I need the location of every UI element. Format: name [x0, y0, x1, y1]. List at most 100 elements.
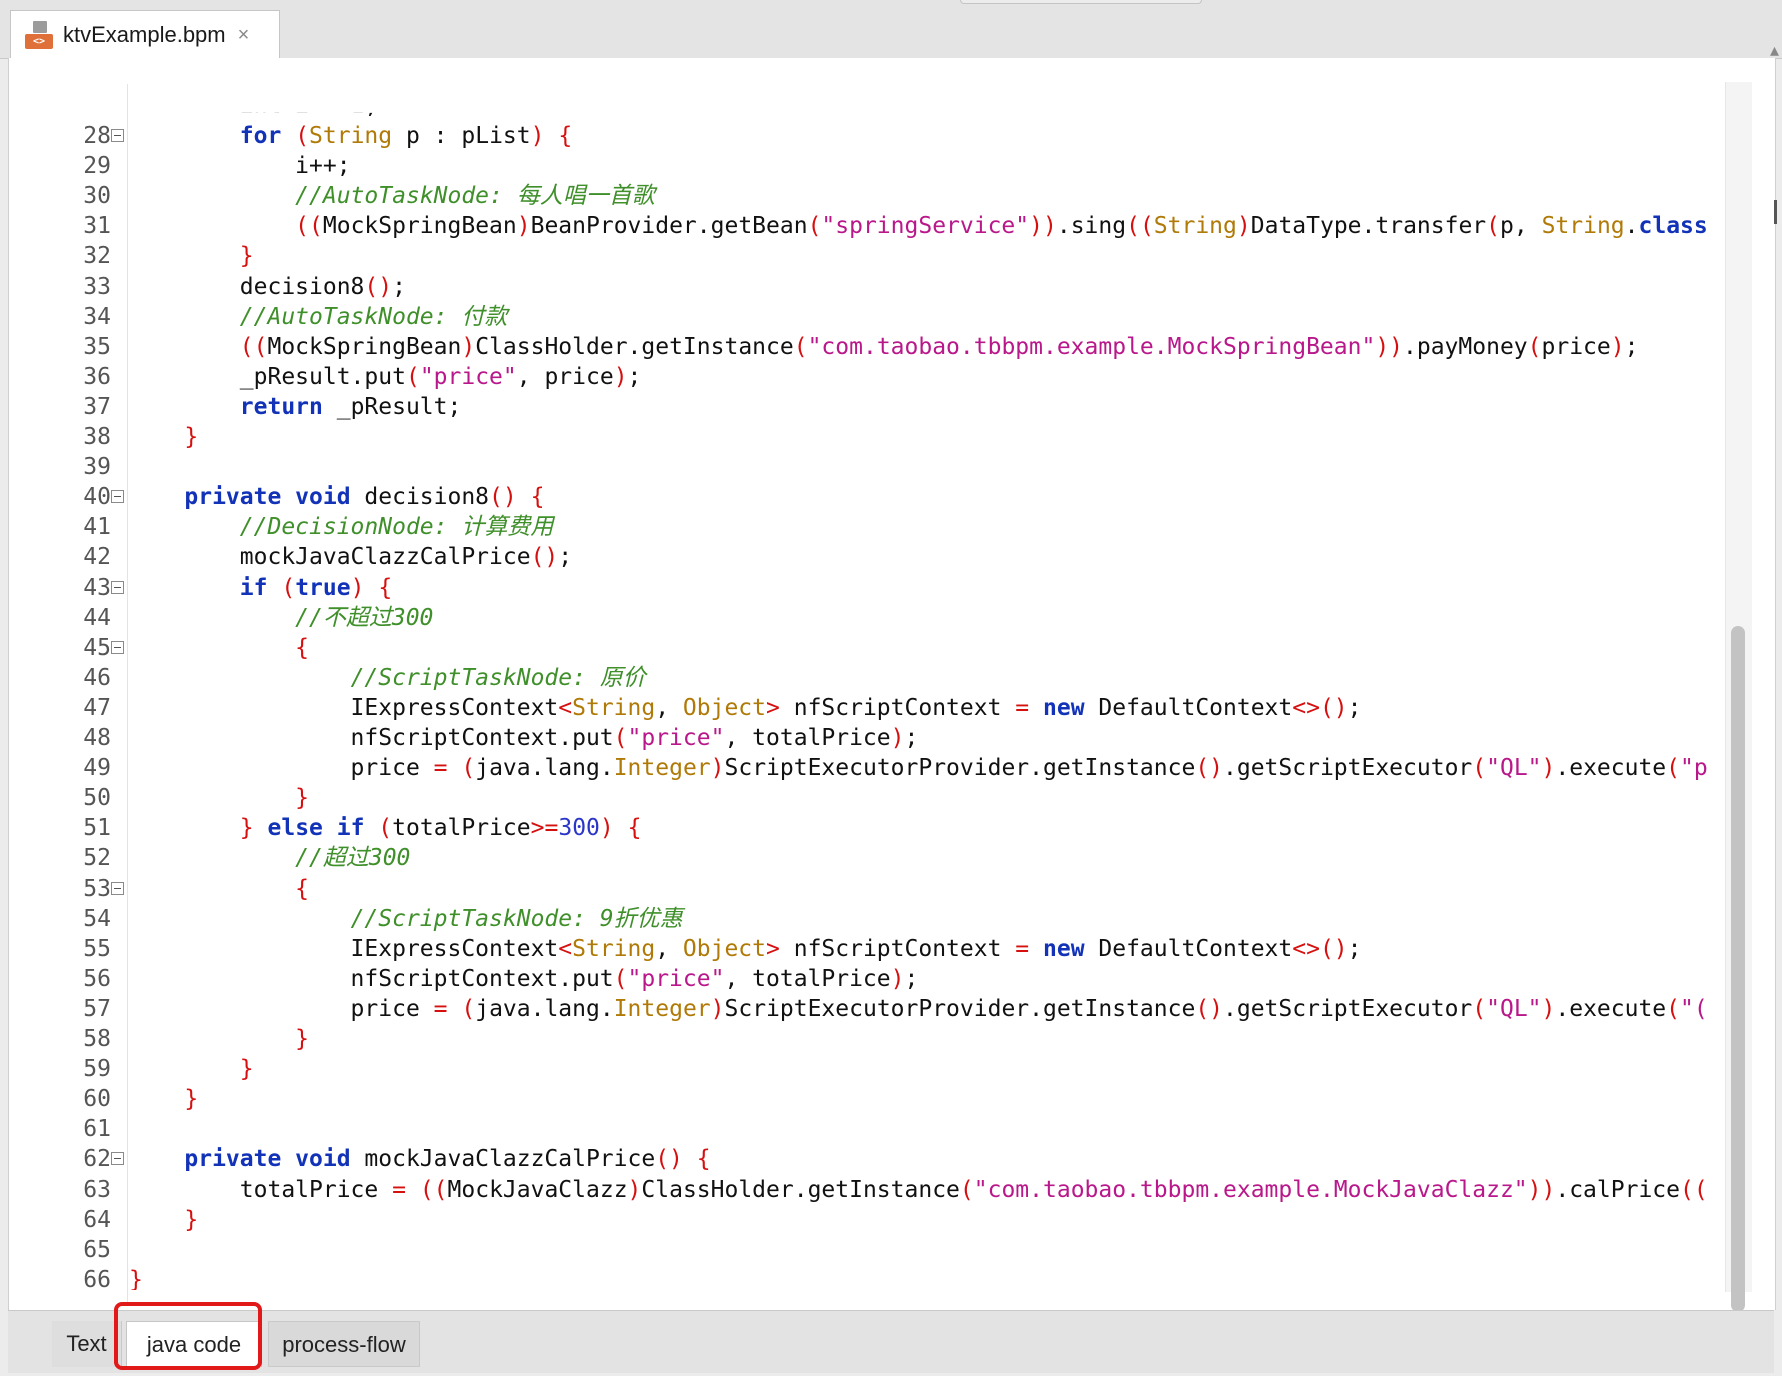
tab-text[interactable]: Text — [52, 1321, 122, 1367]
code-token: //不超过300 — [295, 604, 434, 631]
code-line[interactable]: 56 nfScriptContext.put("price", totalPri… — [9, 964, 1729, 994]
code-token: p, — [1500, 213, 1542, 240]
code-line[interactable]: 45 { — [9, 633, 1729, 663]
code-line[interactable]: 66} — [9, 1265, 1729, 1290]
code-token: ) — [1541, 755, 1556, 782]
code-token: String — [1153, 213, 1237, 240]
fold-toggle-icon[interactable] — [111, 881, 124, 895]
code-line[interactable]: 28 for (String p : pList) { — [9, 121, 1729, 151]
line-number: 43 — [83, 574, 111, 601]
code-line[interactable]: 37 return _pResult; — [9, 392, 1729, 422]
code-line[interactable]: 48 nfScriptContext.put("price", totalPri… — [9, 723, 1729, 753]
code-token: return — [239, 393, 323, 420]
fold-toggle-icon[interactable] — [111, 1152, 124, 1166]
code-line[interactable]: 51 } else if (totalPrice>=300) { — [9, 813, 1729, 843]
code-token: ) — [461, 333, 476, 360]
code-line[interactable]: 38 } — [9, 422, 1729, 452]
code-token: () — [1195, 995, 1224, 1022]
code-line[interactable]: 61 — [9, 1114, 1729, 1144]
code-token: ( — [281, 574, 296, 601]
code-line[interactable]: 39 — [9, 452, 1729, 482]
code-token: ; — [558, 544, 573, 571]
code-token: MockSpringBean — [267, 333, 462, 360]
line-number: 44 — [83, 604, 111, 631]
code-line[interactable]: 52 //超过300 — [9, 843, 1729, 873]
code-line[interactable]: 40 private void decision8() { — [9, 482, 1729, 512]
code-line[interactable]: int i = 1; — [9, 91, 1729, 121]
code-token: //DecisionNode: 计算费用 — [239, 514, 554, 541]
close-icon[interactable]: × — [238, 24, 250, 47]
code-token: for — [239, 123, 282, 149]
fold-toggle-icon[interactable] — [111, 129, 124, 142]
code-token: ( — [1527, 333, 1542, 360]
code-line[interactable]: 30 //AutoTaskNode: 每人唱一首歌 — [9, 181, 1729, 211]
code-line[interactable]: 59 } — [9, 1054, 1729, 1084]
code-line[interactable]: 41 //DecisionNode: 计算费用 — [9, 512, 1729, 542]
code-token: price — [129, 755, 434, 782]
code-line[interactable]: 58 } — [9, 1024, 1729, 1054]
tab-process-flow[interactable]: process-flow — [268, 1321, 420, 1367]
code-token: } — [295, 785, 310, 812]
code-token: ( — [295, 123, 310, 149]
tab-java-code[interactable]: java code — [126, 1321, 262, 1367]
code-token: "price" — [627, 725, 725, 751]
code-token: .execute — [1555, 995, 1667, 1022]
code-token: //ScriptTaskNode: 原价 — [350, 664, 646, 691]
code-token: new — [1043, 694, 1085, 721]
code-line[interactable]: 47 IExpressContext<String, Object> nfScr… — [9, 693, 1729, 723]
code-token: (( — [419, 1176, 448, 1203]
code-text: return _pResult; — [129, 392, 462, 422]
line-number: 32 — [83, 243, 111, 270]
code-token: () — [489, 484, 517, 511]
code-line[interactable]: 63 totalPrice = ((MockJavaClazz)ClassHol… — [9, 1175, 1729, 1205]
code-token: > — [766, 935, 780, 962]
code-line[interactable]: 55 IExpressContext<String, Object> nfScr… — [9, 934, 1729, 964]
code-line[interactable]: 64 } — [9, 1205, 1729, 1235]
code-token: ) — [890, 725, 905, 751]
code-line[interactable]: 65 — [9, 1235, 1729, 1265]
code-line[interactable]: 42 mockJavaClazzCalPrice(); — [9, 542, 1729, 572]
code-token: = — [392, 1176, 406, 1203]
code-token: .getScriptExecutor — [1223, 995, 1473, 1022]
code-editor[interactable]: int i = 1; 28 for (String p : pList) {29 … — [8, 58, 1776, 1348]
file-tab[interactable]: <> ktvExample.bpm × — [10, 10, 280, 59]
code-token: Object — [682, 935, 767, 962]
code-line[interactable]: 46 //ScriptTaskNode: 原价 — [9, 663, 1729, 693]
code-line[interactable]: 54 //ScriptTaskNode: 9折优惠 — [9, 904, 1729, 934]
code-line[interactable]: 53 { — [9, 874, 1729, 904]
code-area[interactable]: int i = 1; 28 for (String p : pList) {29 … — [9, 58, 1729, 1290]
vertical-scrollbar-thumb[interactable] — [1731, 626, 1745, 1312]
code-line[interactable]: 34 //AutoTaskNode: 付款 — [9, 302, 1729, 332]
code-line[interactable]: 36 _pResult.put("price", price); — [9, 362, 1729, 392]
code-line[interactable]: 60 } — [9, 1084, 1729, 1114]
code-line[interactable]: 44 //不超过300 — [9, 603, 1729, 633]
code-token: "com.taobao.tbbpm.example.MockSpringBean… — [807, 333, 1376, 360]
code-token: . — [1624, 213, 1639, 240]
code-line[interactable]: 57 price = (java.lang.Integer)ScriptExec… — [9, 994, 1729, 1024]
code-line[interactable]: 43 if (true) { — [9, 573, 1729, 603]
code-line[interactable]: 31 ((MockSpringBean)BeanProvider.getBean… — [9, 211, 1729, 241]
fold-toggle-icon[interactable] — [111, 580, 124, 594]
code-token: .execute — [1555, 755, 1667, 782]
code-line[interactable]: 35 ((MockSpringBean)ClassHolder.getInsta… — [9, 332, 1729, 362]
code-line[interactable]: 32 } — [9, 241, 1729, 271]
code-line[interactable]: 29 i++; — [9, 151, 1729, 181]
code-token: , — [655, 694, 683, 721]
code-text: nfScriptContext.put("price", totalPrice)… — [129, 723, 919, 753]
code-token: { — [530, 484, 545, 511]
code-text: { — [129, 874, 309, 904]
code-token: ( — [1472, 995, 1487, 1022]
code-line[interactable]: 33 decision8(); — [9, 272, 1729, 302]
code-line[interactable]: 49 price = (java.lang.Integer)ScriptExec… — [9, 753, 1729, 783]
fold-toggle-icon[interactable] — [111, 640, 124, 654]
code-token: totalPrice — [392, 815, 531, 842]
code-line[interactable]: 50 } — [9, 783, 1729, 813]
code-line[interactable]: 62 private void mockJavaClazzCalPrice() … — [9, 1144, 1729, 1174]
fold-toggle-icon[interactable] — [111, 490, 124, 504]
line-number: 50 — [83, 785, 111, 812]
code-token: int i = 1; — [129, 92, 379, 119]
code-token: () — [655, 1146, 683, 1173]
